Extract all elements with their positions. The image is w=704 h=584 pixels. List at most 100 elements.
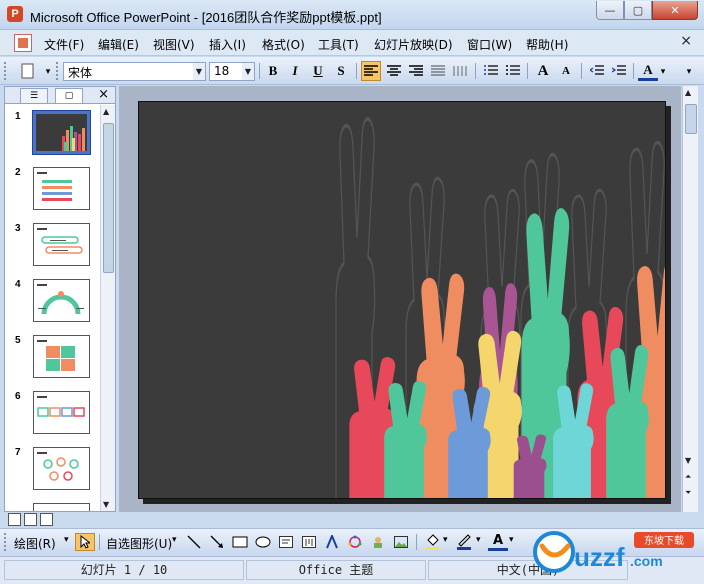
menu-insert[interactable]: 插入(I) [209, 36, 246, 53]
slide-thumbnail[interactable] [32, 110, 91, 155]
chevron-down-icon[interactable]: ▾ [172, 535, 177, 545]
decrease-indent-icon[interactable] [587, 61, 607, 81]
slide-thumbnail-row[interactable]: 5 [5, 333, 100, 383]
menu-help[interactable]: 帮助(H) [526, 36, 568, 53]
document-icon[interactable] [14, 34, 32, 52]
menu-slideshow[interactable]: 幻灯片放映(D) [374, 36, 453, 53]
grow-font-button[interactable]: A [533, 61, 553, 81]
scroll-up-icon[interactable]: ▲ [103, 107, 109, 116]
chevron-down-icon[interactable]: ▼ [193, 63, 205, 80]
previous-slide-icon[interactable]: ⏶ [685, 472, 691, 482]
menu-file[interactable]: 文件(F) [44, 36, 84, 53]
increase-indent-icon[interactable] [609, 61, 629, 81]
toolbar-grip[interactable] [4, 62, 7, 80]
clipart-icon[interactable] [368, 533, 388, 551]
outline-tab[interactable]: ☰ [20, 88, 48, 103]
slide-thumbnail-row[interactable]: 4 [5, 277, 100, 327]
slide-thumbnail[interactable] [33, 391, 90, 434]
normal-view-icon[interactable] [8, 513, 21, 526]
slide-thumbnail[interactable] [33, 503, 90, 511]
align-left-icon[interactable] [361, 61, 381, 81]
menu-window[interactable]: 窗口(W) [467, 36, 512, 53]
slides-tab[interactable]: ▢ [55, 88, 83, 103]
slide-thumbnail[interactable] [33, 279, 90, 322]
toolbar-grip[interactable] [4, 533, 7, 551]
slide-scrollbar[interactable]: ▲ ▼ ⏶ ⏷ [682, 86, 698, 512]
align-center-icon[interactable] [384, 61, 404, 81]
line-icon[interactable] [184, 533, 204, 551]
slide-thumbnail-row[interactable]: 7 [5, 445, 100, 495]
fill-color-icon[interactable] [422, 533, 442, 551]
chevron-down-icon[interactable]: ▾ [657, 61, 669, 81]
vertical-textbox-icon[interactable] [299, 533, 319, 551]
autoshapes-menu[interactable]: 自选图形(U) [106, 535, 172, 552]
close-button[interactable]: ✕ [652, 1, 698, 20]
scroll-down-icon[interactable]: ▼ [103, 500, 109, 509]
slide-thumbnail-row[interactable] [5, 501, 100, 511]
maximize-button[interactable]: ▢ [624, 1, 652, 20]
chevron-down-icon[interactable]: ▾ [509, 535, 514, 545]
scrollbar-thumb[interactable] [103, 123, 114, 273]
shrink-font-button[interactable]: A [556, 61, 576, 81]
minimize-button[interactable]: — [596, 1, 624, 20]
watermark-tag: 东坡下载 [644, 534, 684, 547]
textbox-icon[interactable] [276, 533, 296, 551]
underline-button[interactable]: U [308, 61, 328, 81]
chevron-down-icon[interactable]: ▾ [476, 535, 481, 545]
toolbar-grip-2[interactable] [56, 62, 59, 80]
chevron-down-icon[interactable]: ▾ [64, 535, 69, 545]
menu-edit[interactable]: 编辑(E) [98, 36, 139, 53]
scroll-up-icon[interactable]: ▲ [685, 88, 691, 97]
panel-close-icon[interactable]: × [98, 87, 109, 102]
toolbar-options-icon[interactable]: ▾ [682, 61, 696, 81]
insert-picture-icon[interactable] [391, 533, 411, 551]
slide-thumbnail[interactable] [33, 335, 90, 378]
oval-icon[interactable] [253, 533, 273, 551]
slide-thumbnail-row[interactable]: 3 [5, 221, 100, 271]
menu-view[interactable]: 视图(V) [153, 36, 195, 53]
wordart-icon[interactable] [322, 533, 342, 551]
slide-thumbnail[interactable] [33, 447, 90, 490]
slide-thumbnail-row[interactable]: 6 [5, 389, 100, 439]
toolbar-options-icon[interactable]: ▾ [38, 61, 58, 81]
font-color-draw-icon[interactable]: A [488, 533, 508, 551]
slide-sorter-icon[interactable] [24, 513, 37, 526]
slide-thumbnail[interactable] [33, 223, 90, 266]
font-name-select[interactable]: 宋体 ▼ [63, 62, 206, 81]
draw-menu[interactable]: 绘图(R) [14, 535, 56, 552]
menu-format[interactable]: 格式(O) [262, 36, 305, 53]
diagram-icon[interactable] [345, 533, 365, 551]
chevron-down-icon[interactable]: ▼ [242, 63, 254, 80]
slideshow-icon[interactable] [40, 513, 53, 526]
line-color-icon[interactable] [454, 533, 474, 551]
slide-thumbnail-row[interactable]: 1 [5, 109, 100, 159]
font-color-button[interactable]: A [638, 61, 658, 81]
rectangle-icon[interactable] [230, 533, 250, 551]
scroll-down-icon[interactable]: ▼ [685, 456, 691, 465]
font-size-select[interactable]: 18 ▼ [209, 62, 255, 81]
scrollbar-thumb[interactable] [685, 104, 697, 134]
slide-number: 3 [15, 223, 21, 234]
bullets-icon[interactable] [503, 61, 523, 81]
slide-2-preview-icon [37, 172, 72, 201]
current-slide[interactable] [138, 101, 666, 499]
chevron-down-icon[interactable]: ▾ [443, 535, 448, 545]
slide-thumbnail[interactable] [33, 167, 90, 210]
menu-tools[interactable]: 工具(T) [318, 36, 359, 53]
font-size-value: 18 [214, 64, 230, 78]
new-slide-icon[interactable] [18, 61, 38, 81]
arrow-icon[interactable] [207, 533, 227, 551]
select-pointer-icon[interactable] [75, 533, 95, 551]
powerpoint-icon: P [7, 6, 23, 22]
slide-thumbnail-row[interactable]: 2 [5, 165, 100, 215]
next-slide-icon[interactable]: ⏷ [685, 488, 691, 498]
numbering-icon[interactable] [481, 61, 501, 81]
italic-button[interactable]: I [285, 61, 305, 81]
shadow-button[interactable]: S [331, 61, 351, 81]
bold-button[interactable]: B [263, 61, 283, 81]
distribute-icon[interactable] [450, 61, 470, 81]
document-close-icon[interactable]: × [680, 33, 692, 49]
justify-icon[interactable] [428, 61, 448, 81]
align-right-icon[interactable] [406, 61, 426, 81]
thumbnail-scrollbar[interactable]: ▲ ▼ [100, 105, 115, 511]
